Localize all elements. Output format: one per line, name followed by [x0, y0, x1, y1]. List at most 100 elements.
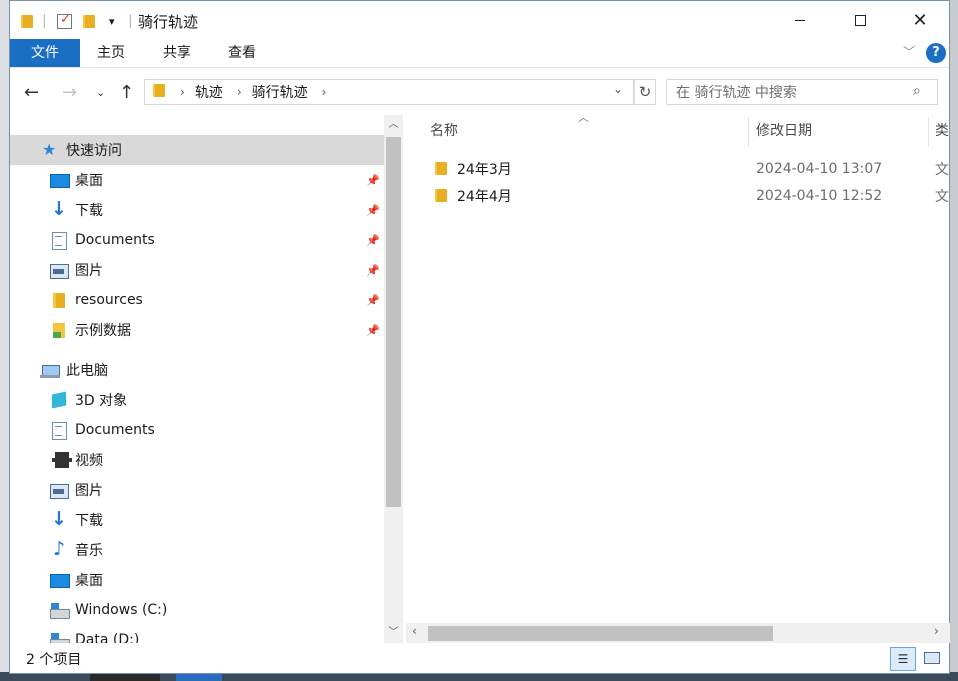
file-list-scrollbar[interactable]: ‹ › [406, 623, 950, 643]
sidebar-item-sample-data[interactable]: 示例数据 📌 [10, 315, 384, 345]
folder-icon [49, 291, 69, 309]
up-button[interactable]: ↑ [119, 82, 134, 103]
sidebar-item-pc-downloads[interactable]: 下载 [10, 505, 384, 535]
column-header-type[interactable]: 类 [935, 115, 949, 149]
tab-file[interactable]: 文件 [10, 39, 80, 67]
sidebar-item-resources[interactable]: resources 📌 [10, 285, 384, 315]
folder-icon [152, 82, 166, 102]
picture-icon [49, 261, 69, 279]
breadcrumb-item-trajectory[interactable]: 轨迹 [195, 82, 223, 102]
folder-icon [49, 321, 69, 339]
scrollbar-thumb[interactable] [428, 626, 773, 641]
folder-icon [434, 160, 448, 180]
sidebar-item-drive-c[interactable]: Windows (C:) [10, 595, 384, 625]
file-list: ︿ 名称 修改日期 类 24年3月 2024-04-10 13:07 文 24年… [406, 111, 950, 643]
help-button[interactable]: ? [926, 43, 946, 63]
file-row[interactable]: 24年4月 2024-04-10 12:52 文 [406, 182, 950, 209]
breadcrumb-separator-icon[interactable]: › [237, 85, 242, 99]
status-bar: 2 个项目 ☰ [10, 643, 949, 674]
tab-share[interactable]: 共享 [152, 39, 202, 67]
desktop-icon [49, 571, 70, 589]
scroll-right-icon[interactable]: › [934, 624, 939, 638]
back-button[interactable]: ← [24, 82, 39, 103]
file-modified: 2024-04-10 12:52 [756, 187, 883, 204]
pin-icon[interactable]: 📌 [366, 294, 380, 307]
maximize-button[interactable] [830, 1, 890, 39]
sidebar-item-documents[interactable]: Documents 📌 [10, 225, 384, 255]
file-type: 文 [935, 161, 949, 178]
item-count: 2 个项目 [26, 651, 82, 668]
document-icon [49, 421, 69, 440]
sidebar-item-pc-documents[interactable]: Documents [10, 415, 384, 445]
music-icon [49, 538, 69, 560]
column-header-name[interactable]: 名称 [430, 115, 458, 149]
pin-icon[interactable]: 📌 [366, 174, 380, 187]
document-icon [49, 231, 69, 250]
tab-view[interactable]: 查看 [217, 39, 267, 67]
breadcrumb-separator-icon[interactable]: › [180, 85, 185, 99]
sidebar-item-videos[interactable]: 视频 [10, 445, 384, 475]
close-button[interactable]: ✕ [890, 1, 950, 39]
video-icon [49, 451, 72, 469]
minimize-button[interactable] [770, 1, 830, 39]
search-icon: ⌕ [913, 83, 921, 99]
address-dropdown-icon[interactable]: ⌄ [613, 82, 623, 96]
drive-icon [49, 601, 70, 619]
computer-icon [40, 361, 60, 379]
sidebar-item-3d-objects[interactable]: 3D 对象 [10, 385, 384, 415]
ribbon-tabs: 文件 主页 共享 查看 ﹀ ? [10, 39, 949, 67]
sidebar-item-drive-d[interactable]: Data (D:) [10, 625, 384, 643]
navigation-pane: 快速访问 桌面 📌 下载 📌 Documents 📌 图片 📌 resource… [10, 115, 404, 643]
customize-quick-access-icon[interactable]: ▾ [109, 11, 115, 31]
download-icon [49, 508, 69, 530]
file-row[interactable]: 24年3月 2024-04-10 13:07 文 [406, 155, 950, 182]
folder-icon [434, 187, 448, 207]
large-icons-view-button[interactable] [920, 647, 944, 671]
recent-locations-button[interactable]: ⌄ [96, 86, 105, 99]
scroll-up-icon[interactable]: ︿ [384, 115, 403, 135]
sidebar-item-downloads[interactable]: 下载 📌 [10, 195, 384, 225]
sidebar-item-pc-desktop[interactable]: 桌面 [10, 565, 384, 595]
forward-button[interactable]: → [62, 82, 77, 103]
sidebar-scrollbar[interactable]: ︿ ﹀ [384, 115, 403, 643]
breadcrumb-item-cycling[interactable]: 骑行轨迹 [252, 82, 308, 102]
pin-icon[interactable]: 📌 [366, 204, 380, 217]
window-title: 骑行轨迹 [138, 13, 199, 31]
scroll-left-icon[interactable]: ‹ [412, 624, 417, 638]
picture-icon [49, 481, 69, 499]
file-name: 24年3月 [457, 161, 512, 178]
sidebar-item-quick-access[interactable]: 快速访问 [10, 135, 384, 165]
new-folder-icon[interactable] [82, 11, 96, 31]
download-icon [49, 198, 69, 220]
cube-icon [49, 391, 69, 409]
expand-ribbon-icon[interactable]: ﹀ [903, 43, 915, 60]
breadcrumb-separator-icon[interactable]: › [322, 85, 327, 99]
sidebar-item-desktop[interactable]: 桌面 📌 [10, 165, 384, 195]
app-folder-icon [20, 11, 34, 31]
file-modified: 2024-04-10 13:07 [756, 160, 883, 177]
column-header-modified[interactable]: 修改日期 [756, 115, 812, 149]
scroll-down-icon[interactable]: ﹀ [384, 623, 403, 643]
search-input[interactable]: 在 骑行轨迹 中搜索 ⌕ [666, 79, 938, 105]
address-bar[interactable]: › 轨迹 › 骑行轨迹 › ⌄ [144, 79, 634, 105]
pin-icon[interactable]: 📌 [366, 264, 380, 277]
pin-icon[interactable]: 📌 [366, 324, 380, 337]
properties-icon[interactable]: ✓ [57, 11, 72, 31]
title-bar: | ✓ ▾ | 骑行轨迹 ✕ [10, 1, 949, 39]
details-view-button[interactable]: ☰ [890, 647, 916, 671]
sidebar-item-music[interactable]: 音乐 [10, 535, 384, 565]
sidebar-item-pictures[interactable]: 图片 📌 [10, 255, 384, 285]
refresh-button[interactable]: ↻ [634, 79, 656, 105]
file-type: 文 [935, 188, 949, 205]
drive-icon [49, 631, 70, 643]
sidebar-item-this-pc[interactable]: 此电脑 [10, 355, 384, 385]
file-name: 24年4月 [457, 188, 512, 205]
search-placeholder: 在 骑行轨迹 中搜索 [676, 85, 797, 101]
navigation-bar: ← → ⌄ ↑ › 轨迹 › 骑行轨迹 › ⌄ ↻ 在 骑行轨迹 中搜索 ⌕ [10, 67, 949, 115]
explorer-window: | ✓ ▾ | 骑行轨迹 ✕ 文件 主页 共享 查看 ﹀ ? ← → ⌄ ↑ ›… [9, 0, 950, 674]
star-icon [40, 140, 60, 159]
pin-icon[interactable]: 📌 [366, 234, 380, 247]
scrollbar-thumb[interactable] [386, 137, 401, 507]
tab-home[interactable]: 主页 [86, 39, 136, 67]
sidebar-item-pc-pictures[interactable]: 图片 [10, 475, 384, 505]
